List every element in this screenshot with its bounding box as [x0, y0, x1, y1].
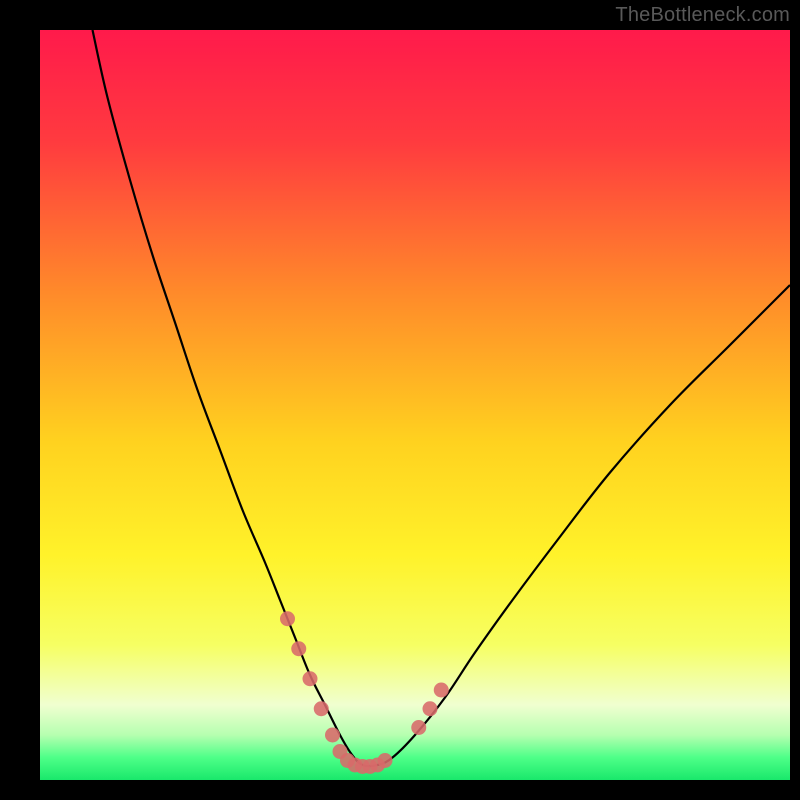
watermark-text: TheBottleneck.com — [615, 4, 790, 27]
chart-stage: TheBottleneck.com — [0, 0, 800, 800]
gradient-plot-area — [40, 30, 790, 780]
